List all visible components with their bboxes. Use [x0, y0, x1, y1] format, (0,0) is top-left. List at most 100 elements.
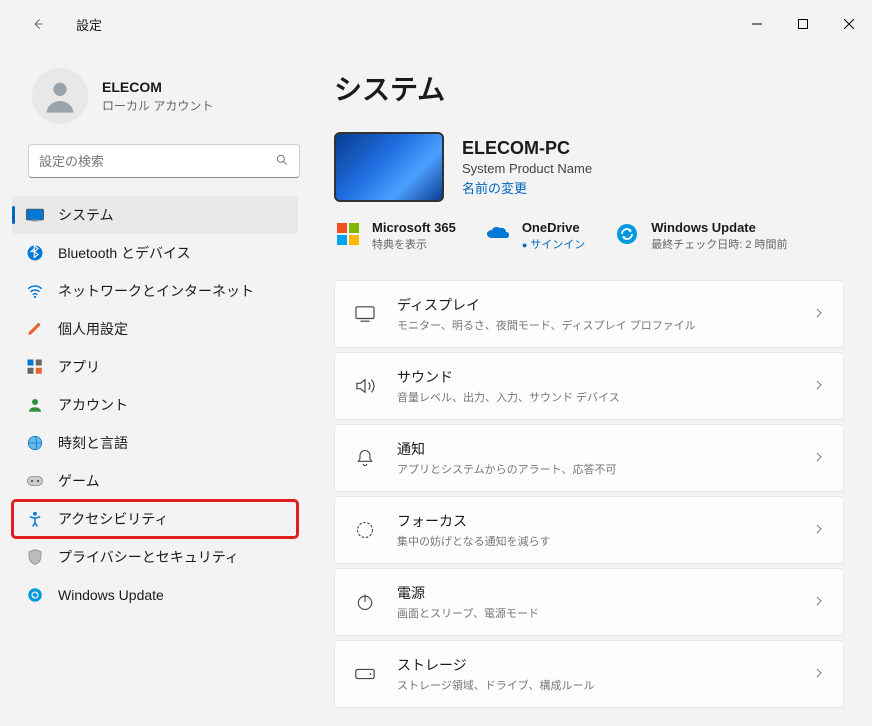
- sidebar-item-system[interactable]: システム: [12, 196, 298, 234]
- sidebar-item-time-language[interactable]: 時刻と言語: [12, 424, 298, 462]
- card-sub: ストレージ領域、ドライブ、構成ルール: [397, 677, 813, 693]
- status-windows-update[interactable]: Windows Update 最終チェック日時: 2 時間前: [613, 220, 787, 252]
- card-title: フォーカス: [397, 511, 813, 531]
- user-name: ELECOM: [102, 79, 213, 95]
- chevron-right-icon: [813, 378, 825, 394]
- maximize-icon: [798, 19, 808, 29]
- status-title: OneDrive: [522, 220, 585, 235]
- settings-cards: ディスプレイ モニター、明るさ、夜間モード、ディスプレイ プロファイル サウンド…: [334, 280, 844, 708]
- card-sound[interactable]: サウンド 音量レベル、出力、入力、サウンド デバイス: [334, 352, 844, 420]
- sidebar-item-label: アクセシビリティ: [58, 509, 168, 529]
- rename-pc-link[interactable]: 名前の変更: [462, 178, 592, 197]
- user-block[interactable]: ELECOM ローカル アカウント: [0, 60, 310, 144]
- card-title: 電源: [397, 583, 813, 603]
- status-sub: ●サインイン: [522, 236, 585, 252]
- apps-icon: [26, 358, 44, 376]
- sidebar-item-label: ゲーム: [58, 471, 100, 491]
- search-box[interactable]: [28, 144, 300, 178]
- card-sub: 画面とスリープ、電源モード: [397, 605, 813, 621]
- card-sub: アプリとシステムからのアラート、応答不可: [397, 461, 813, 477]
- arrow-left-icon: [31, 17, 45, 31]
- card-title: サウンド: [397, 367, 813, 387]
- sidebar-item-gaming[interactable]: ゲーム: [12, 462, 298, 500]
- sidebar-item-label: プライバシーとセキュリティ: [58, 547, 239, 567]
- avatar: [32, 68, 88, 124]
- sidebar-item-label: 時刻と言語: [58, 433, 128, 453]
- sidebar-item-privacy[interactable]: プライバシーとセキュリティ: [12, 538, 298, 576]
- app-title: 設定: [76, 15, 102, 34]
- display-icon: [353, 305, 377, 323]
- chevron-right-icon: [813, 594, 825, 610]
- card-sub: 音量レベル、出力、入力、サウンド デバイス: [397, 389, 813, 405]
- shield-icon: [26, 548, 44, 566]
- chevron-right-icon: [813, 666, 825, 682]
- minimize-button[interactable]: [734, 8, 780, 40]
- clock-globe-icon: [26, 434, 44, 452]
- card-title: ストレージ: [397, 655, 813, 675]
- chevron-right-icon: [813, 306, 825, 322]
- bell-icon: [353, 448, 377, 468]
- status-m365[interactable]: Microsoft 365 特典を表示: [334, 220, 456, 252]
- wifi-icon: [26, 282, 44, 300]
- search-input[interactable]: [39, 154, 275, 169]
- card-title: ディスプレイ: [397, 295, 813, 315]
- back-button[interactable]: [20, 6, 56, 42]
- sidebar-item-label: Windows Update: [58, 587, 164, 603]
- sidebar-item-label: ネットワークとインターネット: [58, 281, 254, 301]
- pc-product: System Product Name: [462, 161, 592, 176]
- system-icon: [26, 206, 44, 224]
- chevron-right-icon: [813, 522, 825, 538]
- sidebar-item-label: システム: [58, 205, 114, 225]
- user-icon: [40, 76, 80, 116]
- status-title: Microsoft 365: [372, 220, 456, 235]
- sidebar-item-windows-update[interactable]: Windows Update: [12, 576, 298, 614]
- bluetooth-icon: [26, 244, 44, 262]
- sidebar-item-network[interactable]: ネットワークとインターネット: [12, 272, 298, 310]
- card-power[interactable]: 電源 画面とスリープ、電源モード: [334, 568, 844, 636]
- maximize-button[interactable]: [780, 8, 826, 40]
- sidebar-item-bluetooth[interactable]: Bluetooth とデバイス: [12, 234, 298, 272]
- sidebar-item-apps[interactable]: アプリ: [12, 348, 298, 386]
- search-icon: [275, 153, 289, 170]
- update-status-icon: [613, 220, 641, 248]
- page-title: システム: [334, 68, 844, 108]
- update-icon: [26, 586, 44, 604]
- card-title: 通知: [397, 439, 813, 459]
- minimize-icon: [752, 19, 762, 29]
- sidebar-item-accounts[interactable]: アカウント: [12, 386, 298, 424]
- sidebar-item-personalization[interactable]: 個人用設定: [12, 310, 298, 348]
- accessibility-icon: [26, 510, 44, 528]
- onedrive-icon: [484, 220, 512, 248]
- account-icon: [26, 396, 44, 414]
- pc-info: ELECOM-PC System Product Name 名前の変更: [334, 132, 844, 202]
- sidebar-item-label: Bluetooth とデバイス: [58, 243, 191, 263]
- pc-name: ELECOM-PC: [462, 138, 592, 159]
- sidebar-item-accessibility[interactable]: アクセシビリティ: [12, 500, 298, 538]
- focus-icon: [353, 520, 377, 540]
- status-row: Microsoft 365 特典を表示 OneDrive ●サインイン Wi: [334, 220, 844, 252]
- card-display[interactable]: ディスプレイ モニター、明るさ、夜間モード、ディスプレイ プロファイル: [334, 280, 844, 348]
- status-onedrive[interactable]: OneDrive ●サインイン: [484, 220, 585, 252]
- microsoft-365-icon: [334, 220, 362, 248]
- card-storage[interactable]: ストレージ ストレージ領域、ドライブ、構成ルール: [334, 640, 844, 708]
- close-button[interactable]: [826, 8, 872, 40]
- card-notifications[interactable]: 通知 アプリとシステムからのアラート、応答不可: [334, 424, 844, 492]
- power-icon: [353, 592, 377, 612]
- status-sub: 特典を表示: [372, 236, 456, 252]
- user-sub: ローカル アカウント: [102, 97, 213, 114]
- chevron-right-icon: [813, 450, 825, 466]
- brush-icon: [26, 320, 44, 338]
- card-sub: 集中の妨げとなる通知を減らす: [397, 533, 813, 549]
- sidebar-item-label: アカウント: [58, 395, 128, 415]
- card-focus[interactable]: フォーカス 集中の妨げとなる通知を減らす: [334, 496, 844, 564]
- close-icon: [844, 19, 854, 29]
- status-sub: 最終チェック日時: 2 時間前: [651, 236, 787, 252]
- pc-thumbnail: [334, 132, 444, 202]
- storage-icon: [353, 667, 377, 681]
- titlebar: 設定: [0, 0, 872, 48]
- gamepad-icon: [26, 472, 44, 490]
- sidebar-item-label: 個人用設定: [58, 319, 128, 339]
- status-title: Windows Update: [651, 220, 787, 235]
- sound-icon: [353, 377, 377, 395]
- card-sub: モニター、明るさ、夜間モード、ディスプレイ プロファイル: [397, 317, 813, 333]
